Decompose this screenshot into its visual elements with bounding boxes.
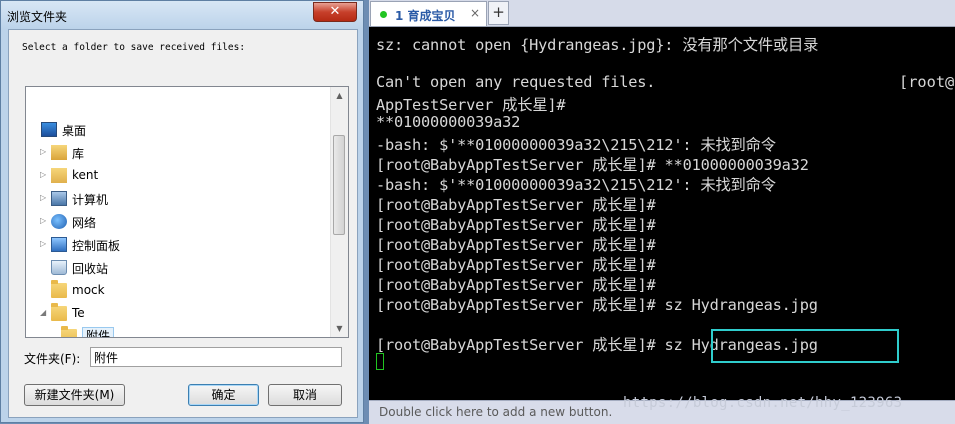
expand-arrow-icon[interactable]: ▷ xyxy=(40,216,48,226)
user-folder-icon xyxy=(51,168,67,183)
tree-item[interactable]: 附件 xyxy=(26,326,326,337)
ok-button[interactable]: 确定 xyxy=(188,384,259,406)
network-icon xyxy=(51,214,67,229)
expand-arrow-icon[interactable]: ▷ xyxy=(40,193,48,203)
wrapped-prompt-fragment: [root@Baby xyxy=(899,73,955,91)
expand-arrow-icon[interactable]: ▷ xyxy=(40,239,48,249)
tree-item-label: kent xyxy=(72,168,99,182)
terminal-line: [root@BabyAppTestServer 成长星]# xyxy=(376,216,656,234)
recycle-bin-icon xyxy=(51,260,67,275)
highlight-box xyxy=(711,329,899,363)
tree-item-label: 附件 xyxy=(82,327,115,337)
tree-item[interactable]: ▷ 控制面板 xyxy=(26,234,326,256)
tab-session-1[interactable]: 1 育成宝贝 × xyxy=(370,1,487,26)
tab-bar: 1 育成宝贝 × + xyxy=(369,0,955,27)
tree-item[interactable]: 桌面 xyxy=(26,119,326,141)
expand-arrow-icon[interactable]: ▷ xyxy=(40,170,48,180)
terminal-cursor xyxy=(376,353,384,370)
dialog-title: 浏览文件夹 xyxy=(7,10,68,24)
expand-arrow-icon[interactable] xyxy=(50,331,58,337)
cancel-button[interactable]: 取消 xyxy=(268,384,342,406)
watermark: https://blog.csdn.net/hhy_123963 xyxy=(623,395,903,411)
control-panel-icon xyxy=(51,237,67,252)
terminal-line: **01000000039a32 xyxy=(376,113,521,131)
terminal-output[interactable]: sz: cannot open {Hydrangeas.jpg}: 没有那个文件… xyxy=(376,33,955,393)
add-tab-button[interactable]: + xyxy=(488,1,509,25)
terminal-line: [root@BabyAppTestServer 成长星]# xyxy=(376,276,656,294)
tree-item[interactable]: ▷ kent xyxy=(26,165,326,187)
tree-scrollbar[interactable]: ▲ ▼ xyxy=(330,87,348,337)
terminal-line: [root@BabyAppTestServer 成长星]# xyxy=(376,236,656,254)
expand-arrow-icon[interactable] xyxy=(40,262,48,272)
computer-icon xyxy=(51,191,67,206)
tree-item[interactable]: ◢ Te xyxy=(26,303,326,325)
tree-item-label: mock xyxy=(72,283,105,297)
expanded-arrow-icon[interactable]: ◢ xyxy=(40,308,48,318)
tree-item[interactable]: ▷ 计算机 xyxy=(26,188,326,210)
expand-arrow-icon[interactable] xyxy=(30,124,38,134)
tree-item-label: 控制面板 xyxy=(72,239,121,253)
expand-arrow-icon[interactable]: ▷ xyxy=(40,147,48,157)
terminal-line: -bash: $'**01000000039a32\215\212': 未找到命… xyxy=(376,176,776,194)
library-icon xyxy=(51,145,67,160)
tree-item-label: 库 xyxy=(72,147,85,161)
tree-item[interactable]: mock xyxy=(26,280,326,302)
dialog-prompt: Select a folder to save received files: xyxy=(22,42,246,53)
button-bar-hint: Double click here to add a new button. xyxy=(379,405,613,419)
scroll-thumb[interactable] xyxy=(333,135,345,235)
tree-item[interactable]: ▷ 库 xyxy=(26,142,326,164)
folder-tree[interactable]: 桌面▷库▷kent▷计算机▷网络▷控制面板回收站mock◢Te附件▷test ▲… xyxy=(25,86,349,338)
browse-folder-dialog: 浏览文件夹 ✕ Select a folder to save received… xyxy=(0,0,364,423)
folder-field[interactable] xyxy=(90,347,342,367)
terminal-line: [root@BabyAppTestServer 成长星]# **01000000… xyxy=(376,156,809,174)
terminal-line: sz: cannot open {Hydrangeas.jpg}: 没有那个文件… xyxy=(376,36,819,54)
scroll-down-arrow-icon[interactable]: ▼ xyxy=(331,320,348,337)
terminal-line: AppTestServer 成长星]# xyxy=(376,96,566,114)
dialog-body: Select a folder to save received files: … xyxy=(8,29,358,418)
expand-arrow-icon[interactable] xyxy=(40,285,48,295)
terminal-line: [root@BabyAppTestServer 成长星]# sz Hydrang… xyxy=(376,296,818,314)
tree-item[interactable]: 回收站 xyxy=(26,257,326,279)
connected-status-icon xyxy=(380,11,387,18)
terminal-line: [root@BabyAppTestServer 成长星]# xyxy=(376,196,656,214)
scroll-up-arrow-icon[interactable]: ▲ xyxy=(331,87,348,104)
terminal-line: Can't open any requested files. xyxy=(376,73,656,91)
tree-item[interactable]: ▷ 网络 xyxy=(26,211,326,233)
tree-item-label: 网络 xyxy=(72,216,97,230)
tab-close-icon[interactable]: × xyxy=(470,6,480,20)
folder-field-label: 文件夹(F): xyxy=(24,352,81,366)
new-folder-button[interactable]: 新建文件夹(M) xyxy=(24,384,125,406)
desktop-icon xyxy=(41,122,57,137)
dialog-titlebar[interactable]: 浏览文件夹 ✕ xyxy=(1,1,363,29)
folder-icon xyxy=(51,303,67,321)
folder-icon xyxy=(51,280,67,298)
folder-icon xyxy=(61,326,77,337)
tree-item-label: 回收站 xyxy=(72,262,109,276)
tree-item-label: 桌面 xyxy=(62,124,87,138)
terminal-window: 1 育成宝贝 × + sz: cannot open {Hydrangeas.j… xyxy=(369,0,955,424)
tree-item-label: 计算机 xyxy=(72,193,109,207)
close-button[interactable]: ✕ xyxy=(313,2,357,22)
tree-item-label: Te xyxy=(72,306,85,320)
terminal-line: [root@BabyAppTestServer 成长星]# xyxy=(376,256,656,274)
terminal-line: -bash: $'**01000000039a32\215\212': 未找到命… xyxy=(376,136,776,154)
tab-label: 1 育成宝贝 xyxy=(395,9,456,23)
